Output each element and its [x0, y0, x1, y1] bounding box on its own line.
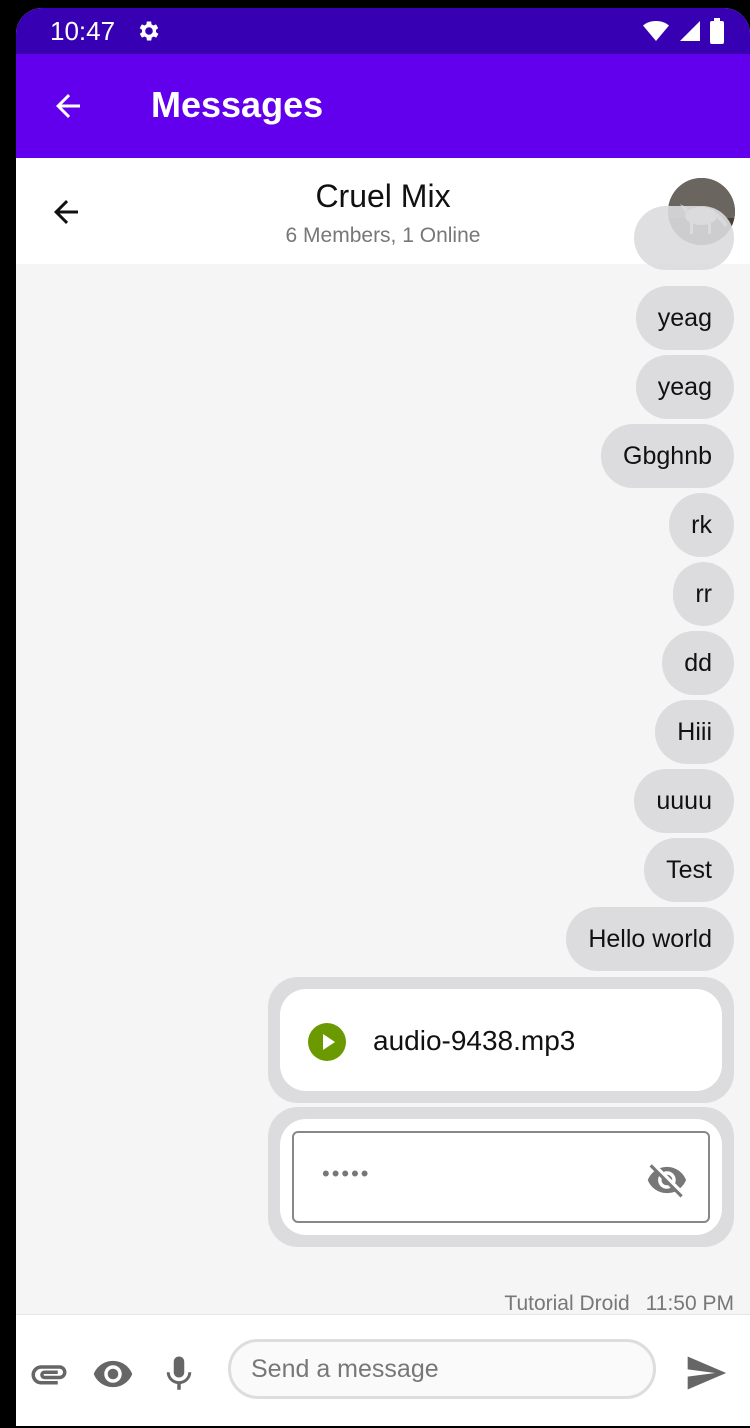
eye-icon[interactable] [92, 1353, 134, 1400]
phone-screen: 10:47 Messages Cruel Mix 6 Members, 1 On… [16, 8, 750, 1426]
message-bubble[interactable]: Test [644, 838, 734, 902]
message-bubble[interactable]: rk [669, 493, 734, 557]
chat-title: Cruel Mix [315, 178, 451, 214]
audio-filename: audio-9438.mp3 [373, 1025, 576, 1056]
message-bubble[interactable]: Hello world [566, 907, 734, 971]
message-bubble[interactable]: yeag [635, 286, 734, 350]
message-bubble[interactable]: Gbghnb [601, 424, 734, 488]
send-icon[interactable] [684, 1351, 728, 1400]
eye-off-icon[interactable] [646, 1159, 688, 1206]
message-bubble-partial[interactable] [634, 206, 734, 270]
password-message[interactable]: ••••• [268, 1107, 734, 1247]
app-bar-title: Messages [151, 84, 324, 125]
gear-icon [136, 18, 162, 49]
message-time: 11:50 PM [645, 1292, 734, 1315]
password-field[interactable]: ••••• [292, 1131, 710, 1223]
status-bar: 10:47 [16, 8, 750, 54]
message-meta: Tutorial Droid 11:50 PM [504, 1292, 734, 1316]
battery-icon [710, 18, 724, 49]
attach-icon[interactable] [28, 1353, 70, 1400]
password-value: ••••• [322, 1161, 371, 1186]
message-list[interactable]: yeag yeag Gbghnb rk rr dd Hiii uuuu Test… [16, 206, 750, 1314]
message-bubble[interactable]: uuuu [634, 769, 734, 833]
message-bubble[interactable]: dd [662, 631, 734, 695]
wifi-icon [642, 19, 670, 48]
audio-card: audio-9438.mp3 [280, 989, 722, 1091]
signal-icon [678, 19, 702, 48]
app-bar: Messages [16, 54, 750, 158]
mic-icon[interactable] [158, 1353, 200, 1400]
password-card: ••••• [280, 1119, 722, 1235]
audio-message[interactable]: audio-9438.mp3 [268, 977, 734, 1103]
arrow-back-icon[interactable] [50, 88, 86, 129]
play-icon[interactable] [308, 1023, 346, 1066]
status-time: 10:47 [50, 16, 116, 46]
message-input[interactable] [228, 1339, 656, 1399]
message-bubble[interactable]: Hiii [655, 700, 734, 764]
message-bubble[interactable]: rr [673, 562, 734, 626]
message-sender: Tutorial Droid [504, 1292, 630, 1315]
message-bubble[interactable]: yeag [635, 355, 734, 419]
message-composer [16, 1314, 750, 1426]
